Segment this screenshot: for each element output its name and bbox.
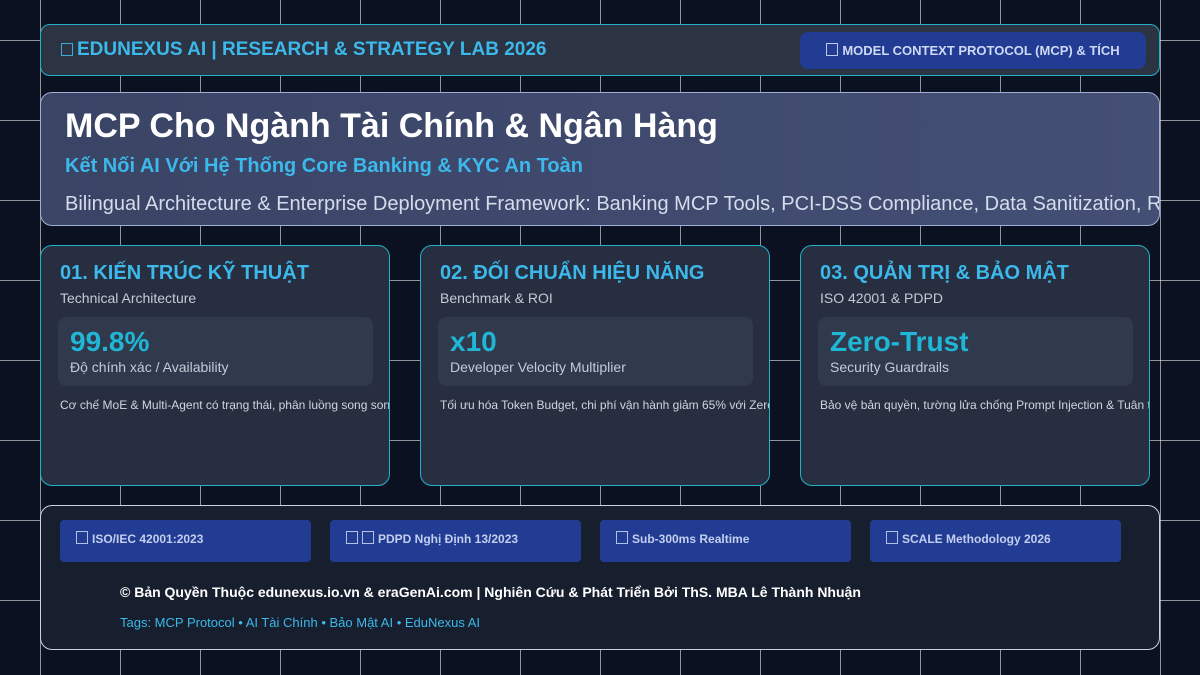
page-description: Bilingual Architecture & Enterprise Depl… xyxy=(65,193,1160,215)
metric-value: Zero-Trust xyxy=(830,326,969,357)
card-subtitle: Benchmark & ROI xyxy=(440,290,553,306)
flag-glyph-icon xyxy=(346,531,358,544)
card-description: Bảo vệ bản quyền, tường lửa chống Prompt… xyxy=(820,398,1150,412)
brand-title-text: EDUNEXUS AI | RESEARCH & STRATEGY LAB 20… xyxy=(77,39,547,60)
card-subtitle: ISO 42001 & PDPD xyxy=(820,290,943,306)
box-glyph-icon xyxy=(826,43,839,56)
metric-value: x10 xyxy=(450,326,497,357)
metric-label: Developer Velocity Multiplier xyxy=(450,359,626,375)
box-glyph-icon xyxy=(886,531,898,544)
flag-glyph-icon xyxy=(362,531,374,544)
metric-value: 99.8% xyxy=(70,326,150,357)
tag-label: Sub-300ms Realtime xyxy=(632,532,750,546)
box-glyph-icon xyxy=(76,531,88,544)
tags-line: Tags: MCP Protocol • AI Tài Chính • Bảo … xyxy=(120,615,481,630)
tag-label: ISO/IEC 42001:2023 xyxy=(92,532,204,546)
card-technical-architecture: 01. KIẾN TRÚC KỸ THUẬT Technical Archite… xyxy=(40,245,390,486)
hero-panel: MCP Cho Ngành Tài Chính & Ngân Hàng Kết … xyxy=(40,92,1160,226)
metric-label: Độ chính xác / Availability xyxy=(70,359,229,375)
card-governance-security: 03. QUẢN TRỊ & BẢO MẬT ISO 42001 & PDPD … xyxy=(800,245,1150,486)
card-description: Cơ chế MoE & Multi-Agent có trạng thái, … xyxy=(60,398,390,412)
tag-scale: SCALE Methodology 2026 xyxy=(870,520,1121,562)
card-benchmark: 02. ĐỐI CHUẨN HIỆU NĂNG Benchmark & ROI … xyxy=(420,245,770,486)
page-subtitle: Kết Nối AI Với Hệ Thống Core Banking & K… xyxy=(65,155,583,177)
metric-box: 99.8% Độ chính xác / Availability xyxy=(58,317,373,386)
brand-title: EDUNEXUS AI | RESEARCH & STRATEGY LAB 20… xyxy=(61,39,547,61)
tag-iso: ISO/IEC 42001:2023 xyxy=(60,520,311,562)
metric-label: Security Guardrails xyxy=(830,359,950,375)
protocol-badge-text: MODEL CONTEXT PROTOCOL (MCP) & TÍCH xyxy=(842,43,1120,58)
box-glyph-icon xyxy=(61,43,73,56)
tag-label: SCALE Methodology 2026 xyxy=(902,532,1051,546)
metric-box: Zero-Trust Security Guardrails xyxy=(818,317,1133,386)
tag-realtime: Sub-300ms Realtime xyxy=(600,520,851,562)
copyright-text: © Bản Quyền Thuộc edunexus.io.vn & eraGe… xyxy=(120,584,861,600)
tag-pdpd: PDPD Nghị Định 13/2023 xyxy=(330,520,581,562)
metric-box: x10 Developer Velocity Multiplier xyxy=(438,317,753,386)
top-bar: EDUNEXUS AI | RESEARCH & STRATEGY LAB 20… xyxy=(40,24,1160,76)
box-glyph-icon xyxy=(616,531,628,544)
card-title: 03. QUẢN TRỊ & BẢO MẬT xyxy=(820,262,1069,284)
tag-label: PDPD Nghị Định 13/2023 xyxy=(378,532,519,546)
card-title: 02. ĐỐI CHUẨN HIỆU NĂNG xyxy=(440,262,705,284)
page-title: MCP Cho Ngành Tài Chính & Ngân Hàng xyxy=(65,107,718,145)
protocol-badge: MODEL CONTEXT PROTOCOL (MCP) & TÍCH xyxy=(800,32,1146,69)
card-title: 01. KIẾN TRÚC KỸ THUẬT xyxy=(60,262,309,284)
card-subtitle: Technical Architecture xyxy=(60,290,197,306)
card-description: Tối ưu hóa Token Budget, chi phí vận hàn… xyxy=(440,398,770,412)
footer-panel: ISO/IEC 42001:2023 PDPD Nghị Định 13/202… xyxy=(40,505,1160,650)
